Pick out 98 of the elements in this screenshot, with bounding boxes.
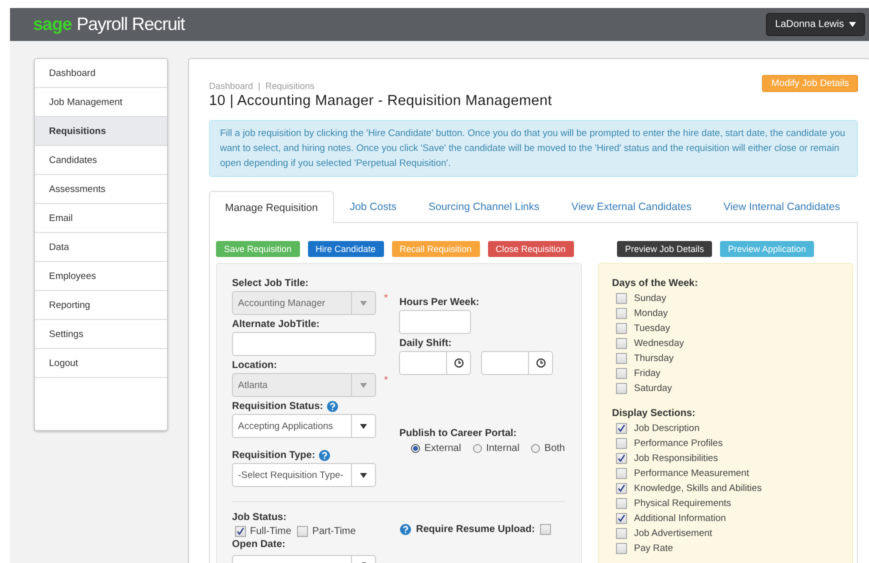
brand-logo: sage <box>33 14 72 35</box>
info-alert: Fill a job requisition by clicking the 'Hire Candidate' button. Once you do that you will be prompted to enter the hire date, start date, the candidate you want to select, and hiring notes. Once you click 'Save' the candidate will be moved to the 'Hired' status and the requisition will either close or remain open depending if you selected 'Perpetual Requisition'. <box>209 120 858 177</box>
field-label: Requisition Type: <box>232 450 316 461</box>
checkbox-label: Job Advertisement <box>634 528 712 539</box>
tab[interactable]: View Internal Candidates <box>707 191 856 222</box>
help-icon[interactable] <box>319 450 330 461</box>
checkbox[interactable] <box>616 383 627 394</box>
action-button[interactable]: Close Requisition <box>488 241 574 257</box>
sidebar-item[interactable]: Logout <box>35 349 167 378</box>
clock-icon <box>454 358 464 368</box>
checkbox[interactable] <box>616 498 627 509</box>
radio-button[interactable] <box>473 444 482 453</box>
checkbox[interactable] <box>616 483 627 494</box>
tab[interactable]: View External Candidates <box>555 191 708 222</box>
time-field[interactable] <box>481 351 554 375</box>
preview-button[interactable]: Preview Job Details <box>616 241 712 257</box>
sidebar-item[interactable]: Settings <box>35 320 167 349</box>
checkbox[interactable] <box>616 438 627 449</box>
checkbox-label: Performance Profiles <box>634 438 723 449</box>
sidebar-item[interactable]: Reporting <box>35 291 167 320</box>
sidebar-item[interactable]: Requisitions <box>35 117 167 146</box>
field-label: Job Status: <box>232 512 286 523</box>
select-field[interactable]: Accepting Applications <box>232 414 376 438</box>
radio-button[interactable] <box>531 444 540 453</box>
checkbox-label: Job Responsibilities <box>634 453 718 464</box>
checkbox[interactable] <box>616 423 627 434</box>
radio-label: External <box>424 443 462 454</box>
field-label: Open Date: <box>232 539 286 550</box>
section-heading: Display Sections: <box>612 408 696 419</box>
checkbox-label: Knowledge, Skills and Abilities <box>634 483 762 494</box>
tab[interactable]: Job Costs <box>334 191 412 222</box>
page-title: 10 | Accounting Manager - Requisition Management <box>209 93 552 109</box>
checkbox[interactable] <box>616 468 627 479</box>
caret-icon <box>360 472 367 478</box>
checkbox-label: Monday <box>634 308 668 319</box>
required-mark: * <box>384 293 388 304</box>
checkbox-label: Full-Time <box>250 526 292 537</box>
checkbox-label: Friday <box>634 368 660 379</box>
user-menu[interactable]: LaDonna Lewis <box>766 13 865 36</box>
sidebar-item[interactable]: Candidates <box>35 146 167 175</box>
field-label: Publish to Career Portal: <box>399 428 517 439</box>
sidebar-item[interactable]: Dashboard <box>35 59 167 88</box>
sidebar-item[interactable]: Assessments <box>35 175 167 204</box>
radio-label: Internal <box>486 443 520 454</box>
section-heading: Days of the Week: <box>612 278 698 289</box>
field-label: Select Job Title: <box>232 278 309 289</box>
app-name: Payroll Recruit <box>76 14 185 35</box>
clock-icon <box>536 358 546 368</box>
field-label: Daily Shift: <box>399 338 452 349</box>
sidebar-item[interactable]: Data <box>35 233 167 262</box>
checkbox[interactable] <box>235 526 246 537</box>
sidebar-item[interactable]: Employees <box>35 262 167 291</box>
help-icon[interactable] <box>400 524 411 535</box>
hours-field[interactable] <box>399 310 472 334</box>
checkbox[interactable] <box>616 528 627 539</box>
radio-label: Both <box>544 443 565 454</box>
field-label: Requisition Status: <box>232 401 324 412</box>
tab[interactable]: Sourcing Channel Links <box>412 191 556 222</box>
sidebar-item[interactable]: Email <box>35 204 167 233</box>
checkbox-label: Wednesday <box>634 338 684 349</box>
checkbox-label: Physical Requirements <box>634 498 732 509</box>
checkbox-label: Pay Rate <box>634 543 674 554</box>
action-button[interactable]: Hire Candidate <box>308 241 384 257</box>
checkbox[interactable] <box>616 368 627 379</box>
select-field[interactable]: -Select Requisition Type- <box>232 463 376 487</box>
required-mark: * <box>384 375 388 386</box>
checkbox-label: Saturday <box>634 383 672 394</box>
checkbox-label: Part-Time <box>312 526 356 537</box>
field-label: Location: <box>232 360 277 371</box>
checkbox[interactable] <box>540 524 551 535</box>
checkbox-label: Tuesday <box>634 323 670 334</box>
checkbox[interactable] <box>616 293 627 304</box>
field-label: Alternate JobTitle: <box>232 319 320 330</box>
checkbox-label: Additional Information <box>634 513 726 524</box>
tab[interactable]: Manage Requisition <box>209 191 334 223</box>
checkbox-label: Thursday <box>634 353 674 364</box>
checkbox[interactable] <box>616 353 627 364</box>
checkbox[interactable] <box>616 338 627 349</box>
help-icon[interactable] <box>327 401 338 412</box>
checkbox-label: Performance Measurement <box>634 468 750 479</box>
field-label: Require Resume Upload: <box>416 524 535 535</box>
time-field[interactable] <box>399 351 472 375</box>
checkbox[interactable] <box>616 543 627 554</box>
checkbox[interactable] <box>616 513 627 524</box>
field-label: Hours Per Week: <box>399 297 480 308</box>
caret-icon <box>849 22 856 27</box>
checkbox[interactable] <box>616 323 627 334</box>
caret-icon <box>360 424 367 428</box>
checkbox-label: Job Description <box>634 423 700 434</box>
checkbox[interactable] <box>616 308 627 319</box>
checkbox[interactable] <box>616 453 627 464</box>
input-field[interactable] <box>232 332 376 356</box>
caret-icon <box>360 300 367 306</box>
checkbox[interactable] <box>297 526 308 537</box>
breadcrumb-separator: | <box>258 81 260 91</box>
radio-button[interactable] <box>411 444 420 453</box>
caret-icon <box>360 382 367 388</box>
checkbox-label: Sunday <box>634 293 666 304</box>
